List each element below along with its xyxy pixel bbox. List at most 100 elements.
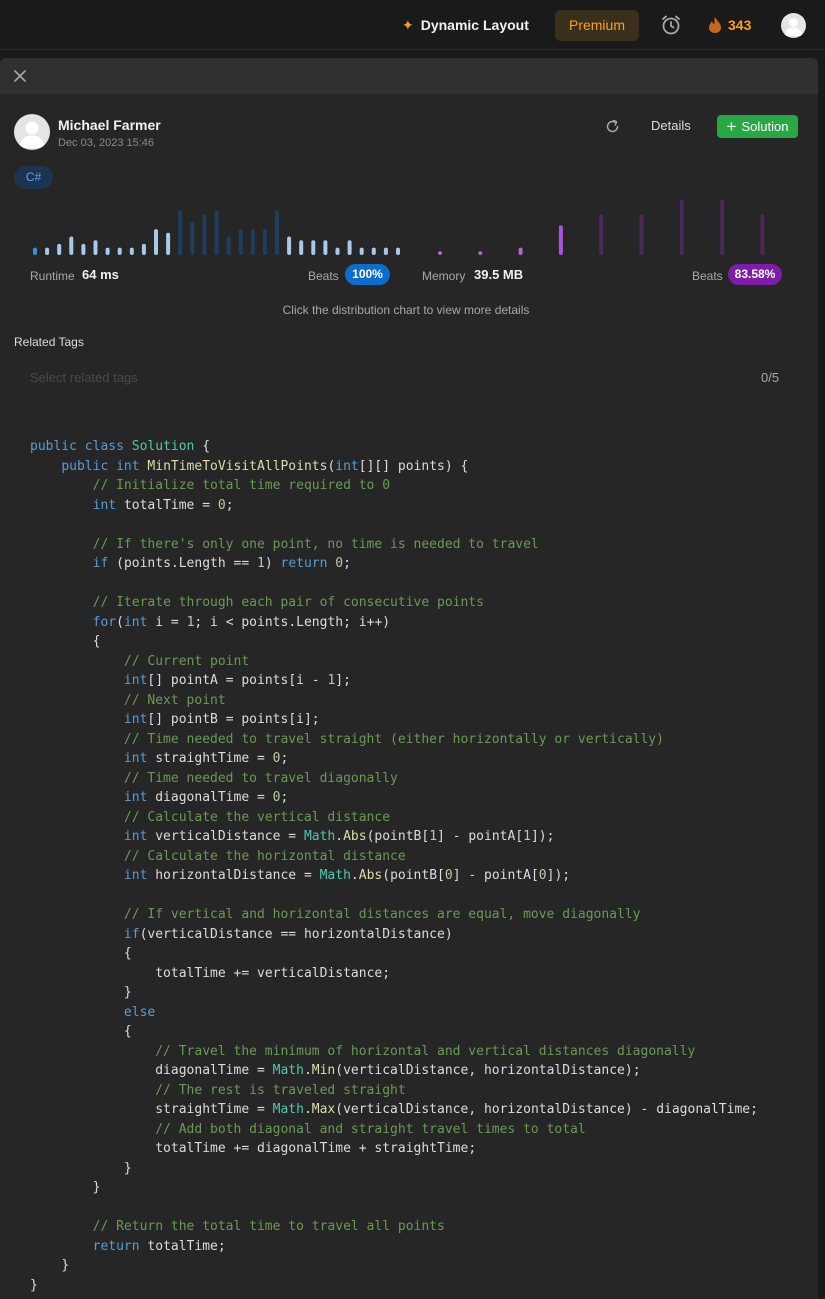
distribution-chart[interactable] <box>0 198 818 260</box>
code-line: diagonalTime = Math.Min(verticalDistance… <box>155 1063 641 1078</box>
streak-count: 343 <box>728 17 752 33</box>
fire-icon <box>709 17 721 33</box>
code-line: // Add both diagonal and straight travel… <box>155 1121 586 1137</box>
code-line: // Time needed to travel diagonally <box>123 770 398 786</box>
code-line: totalTime += verticalDistance; <box>155 965 391 981</box>
runtime-distribution-bar[interactable] <box>238 229 243 255</box>
runtime-beats-label: Beats <box>308 269 339 283</box>
code-line: straightTime = Math.Max(verticalDistance… <box>155 1102 758 1117</box>
runtime-distribution-bar[interactable] <box>105 247 110 255</box>
code-line: // Time needed to travel straight (eithe… <box>123 731 664 747</box>
language-badge: C# <box>14 166 53 189</box>
runtime-distribution-bar[interactable] <box>154 229 158 255</box>
runtime-distribution-bar[interactable] <box>45 247 50 255</box>
code-line: // The rest is traveled straight <box>155 1082 406 1098</box>
chart-hint: Click the distribution chart to view mor… <box>282 303 530 317</box>
runtime-distribution-bar[interactable] <box>396 247 400 255</box>
code-line: // If vertical and horizontal distances … <box>123 907 641 922</box>
runtime-distribution-bar[interactable] <box>347 240 352 255</box>
code-line: } <box>30 1277 38 1293</box>
tags-count: 0/5 <box>761 370 780 385</box>
code-line: // Initialize total time required to 0 <box>92 478 391 493</box>
memory-distribution-bar[interactable] <box>720 199 725 256</box>
runtime-distribution-bar[interactable] <box>57 243 62 255</box>
runtime-distribution-bar[interactable] <box>190 221 195 255</box>
code-line: // Travel the minimum of horizontal and … <box>155 1043 696 1059</box>
code-line: // Calculate the vertical distance <box>123 809 391 825</box>
memory-distribution-bar[interactable] <box>438 251 442 255</box>
memory-value: 39.5 MB <box>474 267 524 282</box>
runtime-distribution-bar[interactable] <box>359 247 364 255</box>
code-line: public class Solution { <box>30 439 211 454</box>
memory-beats-badge: 83.58% <box>728 264 782 285</box>
runtime-distribution-bar[interactable] <box>129 247 134 255</box>
memory-distribution-bar[interactable] <box>679 199 684 256</box>
code-line: if (points.Length == 1) return 0; <box>92 556 351 571</box>
code-line: // Iterate through each pair of consecut… <box>92 595 484 610</box>
code-line: { <box>123 946 132 961</box>
runtime-distribution-bar[interactable] <box>117 247 122 255</box>
runtime-distribution-bar[interactable] <box>166 232 171 255</box>
memory-distribution-bar[interactable] <box>478 251 483 255</box>
memory-distribution-bar[interactable] <box>599 214 604 255</box>
author-name[interactable]: Michael Farmer <box>58 117 161 133</box>
code-line: // Return the total time to travel all p… <box>92 1219 445 1234</box>
runtime-distribution-bar[interactable] <box>323 240 328 255</box>
runtime-distribution-bar[interactable] <box>287 236 292 256</box>
code-line: return totalTime; <box>92 1238 226 1254</box>
memory-distribution-bar[interactable] <box>760 214 765 255</box>
code-line: // If there's only one point, no time is… <box>92 536 539 552</box>
solution-label: Solution <box>741 119 789 134</box>
runtime-distribution-bar[interactable] <box>299 240 304 255</box>
runtime-distribution-bar[interactable] <box>335 247 340 255</box>
runtime-distribution-bar[interactable] <box>81 243 86 255</box>
runtime-distribution-bar[interactable] <box>371 247 376 255</box>
code-block: public class Solution { public int MinTi… <box>30 437 758 1295</box>
premium-button[interactable]: Premium <box>555 10 639 41</box>
code-line: public int MinTimeToVisitAllPoints(int[]… <box>61 458 469 474</box>
code-line: else <box>123 1004 156 1020</box>
runtime-distribution-bar[interactable] <box>93 240 98 255</box>
code-line: int horizontalDistance = Math.Abs(pointB… <box>123 868 571 883</box>
runtime-beats-badge: 100% <box>345 264 390 285</box>
code-line: { <box>123 1024 132 1039</box>
runtime-distribution-bar[interactable] <box>141 243 146 255</box>
top-bar: ✦ Dynamic Layout Premium 343 <box>0 0 825 50</box>
sparkle-icon: ✦ <box>402 17 414 33</box>
dynamic-layout-button[interactable]: ✦ Dynamic Layout <box>402 16 529 34</box>
close-icon[interactable] <box>12 68 28 84</box>
runtime-distribution-bar[interactable] <box>250 229 255 255</box>
code-line: int totalTime = 0; <box>92 497 234 513</box>
code-line: int[] pointB = points[i]; <box>123 712 320 727</box>
memory-distribution-bar[interactable] <box>518 247 523 255</box>
code-line: { <box>92 634 101 649</box>
alarm-clock-icon[interactable] <box>660 14 682 36</box>
code-line: // Next point <box>123 692 226 708</box>
runtime-distribution-bar[interactable] <box>262 229 267 255</box>
runtime-distribution-bar[interactable] <box>214 210 219 255</box>
streak-counter[interactable]: 343 <box>708 16 751 34</box>
refresh-icon[interactable] <box>604 118 621 135</box>
memory-distribution-bar[interactable] <box>558 225 563 255</box>
runtime-distribution-bar[interactable] <box>311 240 316 255</box>
details-button[interactable]: Details <box>651 118 691 134</box>
submission-date: Dec 03, 2023 15:46 <box>58 137 155 149</box>
runtime-distribution-bar[interactable] <box>33 247 37 255</box>
runtime-distribution-bar[interactable] <box>202 214 207 255</box>
runtime-distribution-bar[interactable] <box>69 236 74 256</box>
runtime-distribution-bar[interactable] <box>383 247 388 255</box>
runtime-label: Runtime <box>30 269 75 283</box>
author-avatar[interactable] <box>14 114 50 150</box>
avatar[interactable] <box>781 13 806 38</box>
code-line: int straightTime = 0; <box>123 751 289 766</box>
related-tags-title: Related Tags <box>14 335 84 349</box>
code-line: } <box>92 1180 101 1195</box>
memory-distribution-bar[interactable] <box>639 214 644 255</box>
runtime-distribution-bar[interactable] <box>178 210 183 255</box>
runtime-distribution-bar[interactable] <box>275 210 279 255</box>
tags-input[interactable]: Select related tags <box>30 371 138 385</box>
solution-button[interactable]: + Solution <box>717 115 798 138</box>
runtime-distribution-bar[interactable] <box>226 236 231 256</box>
